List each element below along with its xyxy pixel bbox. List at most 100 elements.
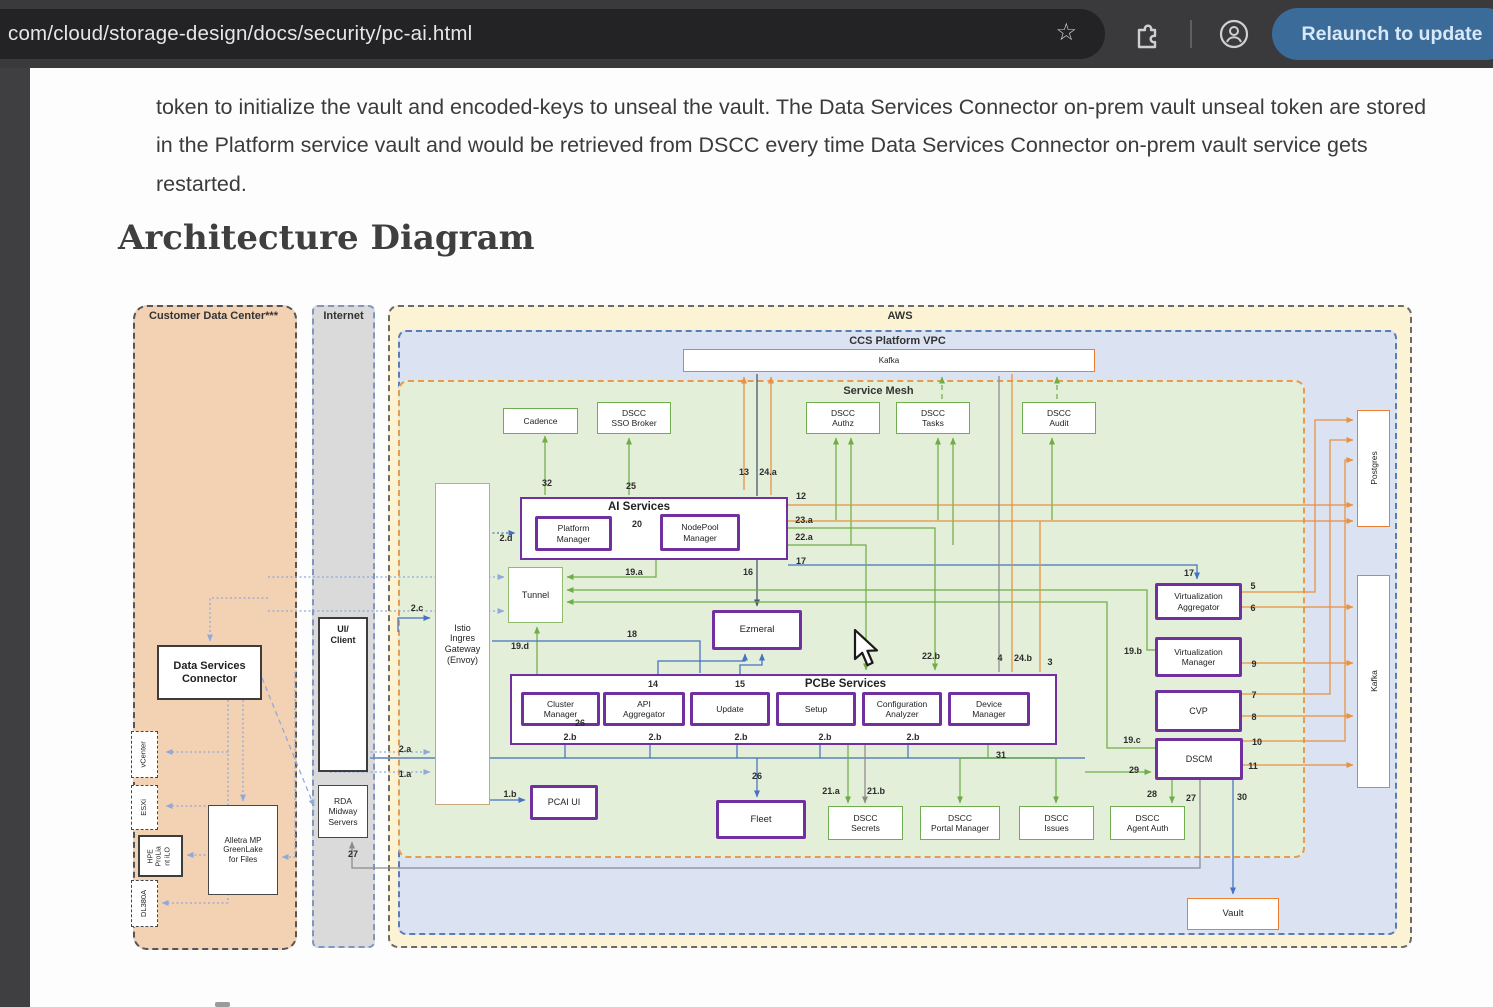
platform-manager-label: Platform Manager: [557, 523, 591, 543]
dl380a: DL380A: [131, 880, 158, 927]
edge-label-12: 12: [796, 491, 806, 501]
edge-label-1.a: 1.a: [399, 769, 412, 779]
edge-label-5: 5: [1250, 581, 1255, 591]
data-services-connector: Data Services Connector: [157, 645, 262, 700]
dscc-audit-label: DSCC Audit: [1047, 408, 1071, 428]
dscc-issues: DSCC Issues: [1019, 806, 1094, 840]
dscc-issues-label: DSCC Issues: [1044, 813, 1069, 833]
cluster-manager: Cluster Manager: [521, 692, 600, 726]
edge-label-2.c: 2.c: [411, 603, 424, 613]
edge-label-7: 7: [1251, 690, 1256, 700]
edge-label-15: 15: [735, 679, 745, 689]
edge-label-19.d: 19.d: [511, 641, 529, 651]
virtualization-manager: Virtualization Manager: [1155, 637, 1242, 677]
tunnel-label: Tunnel: [522, 590, 549, 601]
istio-ingres-gateway-label: Istio Ingres Gateway (Envoy): [445, 623, 481, 665]
edge-label-2.b: 2.b: [906, 732, 919, 742]
dscc-portal-manager: DSCC Portal Manager: [920, 806, 1000, 840]
hpe-proliant-ilo: HPE ProLia nt iLO: [138, 835, 183, 877]
edge-label-30: 30: [1237, 792, 1247, 802]
kafka-right: Kafka: [1357, 575, 1390, 788]
edge-label-3: 3: [1047, 657, 1052, 667]
edge-label-11: 11: [1248, 761, 1258, 771]
rda-midway-servers: RDA Midway Servers: [318, 785, 368, 838]
cadence: Cadence: [503, 408, 578, 434]
cluster-manager-label: Cluster Manager: [544, 699, 578, 719]
dscc-secrets: DSCC Secrets: [828, 806, 903, 840]
nodepool-manager: NodePool Manager: [660, 514, 740, 551]
kafka-top: Kafka: [683, 349, 1095, 372]
mouse-cursor: [853, 628, 887, 668]
esxi-label: ESXi: [140, 799, 149, 816]
edge-label-22.a: 22.a: [795, 532, 813, 542]
edge-label-13: 13: [739, 467, 749, 477]
dl380a-label: DL380A: [140, 890, 149, 917]
api-aggregator-label: API Aggregator: [623, 699, 665, 719]
edge-label-24.b: 24.b: [1014, 653, 1032, 663]
update: Update: [690, 692, 770, 726]
edge-label-24.a: 24.a: [759, 467, 777, 477]
pcai-ui-label: PCAI UI: [548, 797, 581, 808]
alletra-mp-greenlake: Alletra MP GreenLake for Files: [208, 805, 278, 895]
dscc-tasks-label: DSCC Tasks: [921, 408, 945, 428]
edge-label-2.b: 2.b: [563, 732, 576, 742]
dscc-authz: DSCC Authz: [806, 402, 880, 434]
alletra-mp-greenlake-label: Alletra MP GreenLake for Files: [223, 836, 263, 864]
edge-label-27: 27: [348, 849, 358, 859]
setup-label: Setup: [805, 704, 827, 714]
edge-label-19.b: 19.b: [1124, 646, 1142, 656]
device-manager: Device Manager: [948, 692, 1030, 726]
kafka-top-label: Kafka: [879, 356, 899, 365]
aws-label: AWS: [390, 310, 1410, 322]
configuration-analyzer-label: Configuration Analyzer: [877, 699, 928, 719]
edge-label-19.c: 19.c: [1123, 735, 1141, 745]
edge-label-4: 4: [997, 653, 1002, 663]
platform-manager: Platform Manager: [535, 516, 612, 551]
url-text[interactable]: com/cloud/storage-design/docs/security/p…: [0, 22, 472, 46]
edge-label-32: 32: [542, 478, 552, 488]
edge-label-10: 10: [1252, 737, 1262, 747]
update-label: Update: [716, 704, 743, 714]
ui-client-label: UI/ Client: [330, 624, 355, 645]
dscc-sso-broker-label: DSCC SSO Broker: [611, 408, 656, 428]
edge-label-25: 25: [626, 481, 636, 491]
relaunch-to-update-button[interactable]: Relaunch to update: [1272, 8, 1493, 60]
edge-label-14: 14: [648, 679, 658, 689]
edge-label-21.b: 21.b: [867, 786, 885, 796]
cadence-label: Cadence: [523, 416, 557, 426]
dscc-authz-label: DSCC Authz: [831, 408, 855, 428]
ai-services-title: AI Services: [507, 501, 771, 513]
vault: Vault: [1187, 898, 1279, 930]
dscc-secrets-label: DSCC Secrets: [851, 813, 880, 833]
address-bar[interactable]: com/cloud/storage-design/docs/security/p…: [0, 9, 1105, 59]
edge-label-26: 26: [575, 718, 585, 728]
pcai-ui: PCAI UI: [530, 785, 598, 820]
edge-label-1.b: 1.b: [503, 789, 516, 799]
edge-label-2.a: 2.a: [399, 744, 412, 754]
virtualization-aggregator-label: Virtualization Aggregator: [1174, 591, 1223, 611]
ui-client: UI/ Client: [318, 617, 368, 772]
ezmeral-label: Ezmeral: [740, 624, 775, 635]
architecture-diagram: Customer Data Center***InternetAWSCCS Pl…: [0, 0, 1493, 1007]
hpe-proliant-ilo-label: HPE ProLia nt iLO: [148, 846, 173, 866]
edge-label-31: 31: [996, 750, 1006, 760]
bookmark-star-icon[interactable]: ☆: [1055, 19, 1077, 47]
vault-label: Vault: [1223, 908, 1244, 919]
vcenter: vCenter: [131, 731, 158, 778]
edge-label-17: 17: [796, 556, 806, 566]
edge-label-18: 18: [627, 629, 637, 639]
edge-label-8: 8: [1251, 712, 1256, 722]
ezmeral: Ezmeral: [712, 610, 802, 650]
edge-label-2.b: 2.b: [734, 732, 747, 742]
edge-label-19.a: 19.a: [625, 567, 643, 577]
esxi: ESXi: [131, 785, 158, 830]
profile-icon[interactable]: [1218, 18, 1250, 50]
edge-label-9: 9: [1251, 659, 1256, 669]
kafka-right-label: Kafka: [1368, 671, 1378, 693]
edge-label-22.b: 22.b: [922, 651, 940, 661]
dscc-portal-manager-label: DSCC Portal Manager: [931, 813, 989, 833]
browser-window: com/cloud/storage-design/docs/security/p…: [0, 0, 1493, 1007]
fleet: Fleet: [716, 800, 806, 839]
extensions-puzzle-icon[interactable]: [1131, 18, 1163, 50]
edge-label-21.a: 21.a: [822, 786, 840, 796]
